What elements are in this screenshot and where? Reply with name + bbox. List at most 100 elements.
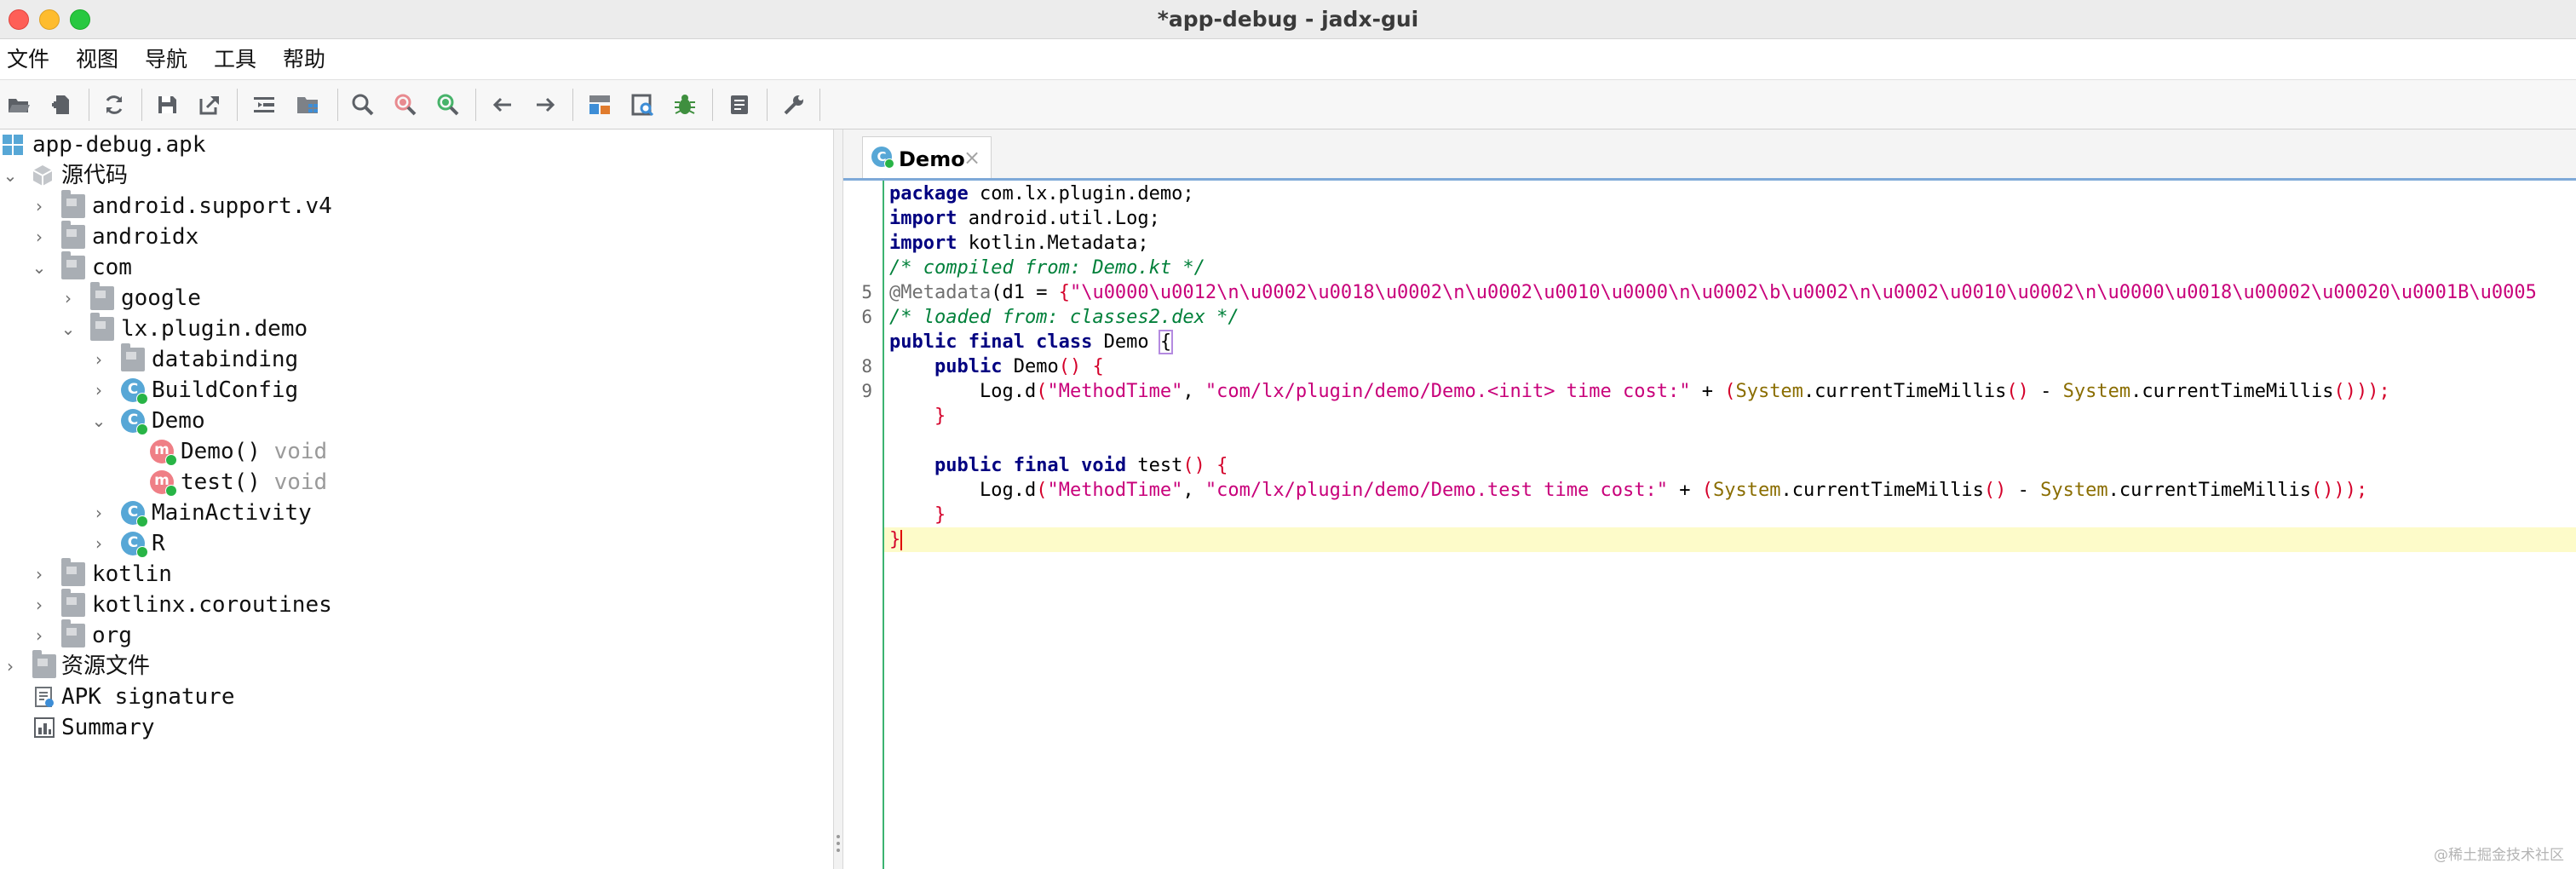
expand-arrow-icon[interactable]: ⌄ — [31, 252, 48, 283]
text-caret — [900, 530, 903, 550]
sync-button[interactable] — [97, 88, 131, 122]
line-number: 8 — [861, 356, 872, 377]
menu-help[interactable]: 帮助 — [283, 39, 325, 80]
collapse-arrow-icon[interactable]: › — [90, 344, 107, 375]
collapse-arrow-icon[interactable]: › — [90, 528, 107, 559]
tree-label: kotlinx.coroutines — [92, 592, 332, 618]
code-line: } — [934, 504, 946, 526]
search-class-button[interactable] — [388, 88, 423, 122]
tree-label: MainActivity — [152, 500, 312, 526]
sync-icon — [106, 95, 123, 114]
close-tab-icon[interactable]: × — [963, 137, 980, 179]
tree-label: Demo — [152, 408, 205, 434]
tree-label: 资源文件 — [61, 653, 151, 679]
collapse-arrow-icon[interactable]: › — [31, 222, 48, 252]
collapse-arrow-icon[interactable]: › — [2, 651, 19, 682]
package-folder-icon — [61, 589, 85, 617]
menu-tools[interactable]: 工具 — [214, 39, 256, 80]
expand-arrow-icon[interactable]: ⌄ — [90, 406, 107, 436]
line-number-gutter: 5 6 8 9 — [843, 181, 884, 869]
class-search-icon — [394, 94, 417, 116]
tab-demo[interactable]: C Demo × — [862, 136, 992, 178]
code-line: Log.d("MethodTime", "com/lx/plugin/demo/… — [979, 381, 2390, 402]
panel-splitter[interactable] — [833, 129, 843, 869]
collapse-arrow-icon[interactable]: › — [31, 620, 48, 651]
code-line: import android.util.Log; — [889, 208, 1160, 229]
tree-label: google — [121, 285, 201, 311]
save-all-button[interactable] — [150, 88, 184, 122]
method-icon: m — [150, 440, 177, 466]
class-icon: C — [121, 532, 148, 558]
sync-tree-icon — [254, 97, 274, 112]
export-icon — [199, 95, 219, 115]
tree-label: R — [152, 531, 165, 556]
forward-button[interactable] — [528, 88, 562, 122]
preferences-button[interactable] — [777, 88, 811, 122]
quark-icon — [631, 94, 654, 117]
tree-label: org — [92, 623, 132, 648]
save-all-icon — [158, 96, 176, 113]
forward-icon — [537, 97, 555, 112]
add-files-button[interactable] — [44, 88, 78, 122]
class-icon: C — [871, 147, 894, 169]
search-icon — [352, 94, 374, 116]
tab-label: Demo — [899, 147, 965, 171]
code-view[interactable]: package com.lx.plugin.demo; import andro… — [884, 181, 2576, 869]
search-text-button[interactable] — [346, 88, 380, 122]
tree-label: com — [92, 255, 132, 280]
collapse-arrow-icon[interactable]: › — [60, 283, 77, 314]
package-folder-icon — [61, 251, 85, 279]
tree-label: kotlin — [92, 561, 172, 587]
code-line: } — [934, 406, 946, 427]
back-icon — [492, 97, 511, 112]
current-code-line: } — [884, 527, 2576, 552]
flatten-packages-button[interactable] — [291, 88, 325, 122]
code-line: public Demo() { — [934, 356, 1104, 377]
sync-tree-button[interactable] — [247, 88, 281, 122]
tree-label: Demo() void — [181, 439, 328, 464]
expand-arrow-icon[interactable]: ⌄ — [60, 314, 77, 344]
menu-view[interactable]: 视图 — [76, 39, 118, 80]
package-folder-icon — [61, 190, 85, 218]
menu-file[interactable]: 文件 — [7, 39, 49, 80]
deobfuscation-button[interactable] — [583, 88, 617, 122]
collapse-arrow-icon[interactable]: › — [90, 375, 107, 406]
log-viewer-icon — [731, 95, 748, 114]
collapse-arrow-icon[interactable]: › — [31, 590, 48, 620]
log-viewer-button[interactable] — [722, 88, 756, 122]
flatten-packages-icon — [297, 97, 318, 113]
search-usage-button[interactable] — [431, 88, 465, 122]
menu-bar: 文件 视图 导航 工具 帮助 — [0, 39, 2576, 80]
collapse-arrow-icon[interactable]: › — [31, 559, 48, 590]
tree-label: android.support.v4 — [92, 193, 332, 219]
collapse-arrow-icon[interactable]: › — [31, 191, 48, 222]
code-line: package com.lx.plugin.demo; — [889, 183, 1194, 204]
resources-folder-icon — [32, 650, 56, 678]
tree-label: androidx — [92, 224, 199, 250]
editor-tab-strip: C Demo × — [843, 129, 2576, 181]
package-folder-icon — [61, 558, 85, 586]
window-title: *app-debug - jadx-gui — [1157, 7, 1419, 32]
back-button[interactable] — [486, 88, 520, 122]
source-code-icon — [31, 164, 55, 187]
code-line: import kotlin.Metadata; — [889, 233, 1149, 254]
usage-search-icon — [437, 94, 459, 116]
line-number: 5 — [861, 282, 872, 302]
collapse-arrow-icon[interactable]: › — [90, 498, 107, 528]
tree-label: BuildConfig — [152, 377, 299, 403]
preferences-icon — [784, 95, 803, 115]
summary-chart-icon — [32, 716, 56, 740]
apk-icon — [2, 133, 26, 157]
expand-arrow-icon[interactable]: ⌄ — [2, 160, 19, 191]
code-line: Log.d("MethodTime", "com/lx/plugin/demo/… — [979, 480, 2368, 501]
menu-navigation[interactable]: 导航 — [145, 39, 187, 80]
debugger-button[interactable] — [668, 88, 702, 122]
package-folder-icon — [61, 221, 85, 249]
title-bar: *app-debug - jadx-gui — [0, 0, 2576, 39]
open-file-button[interactable] — [2, 88, 36, 122]
export-button[interactable] — [193, 88, 227, 122]
code-line: public final class Demo { — [889, 330, 1174, 354]
quark-button[interactable] — [625, 88, 659, 122]
line-number: 9 — [861, 381, 872, 401]
toolbar — [0, 80, 2576, 129]
